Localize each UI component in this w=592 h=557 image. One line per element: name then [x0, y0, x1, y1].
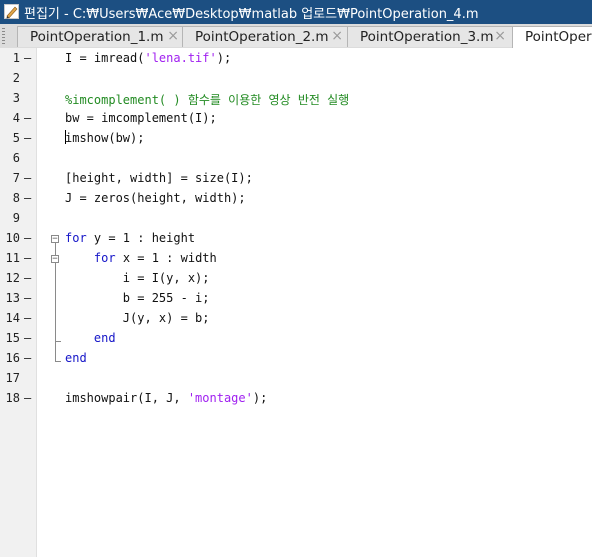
line-number: 10 — [5, 231, 20, 245]
breakpoint-marker[interactable]: – — [24, 51, 31, 65]
line-number: 15 — [5, 331, 20, 345]
code-line[interactable]: for x = 1 : width — [65, 251, 217, 265]
breakpoint-marker[interactable]: – — [24, 251, 31, 265]
code-line[interactable]: J = zeros(height, width); — [65, 191, 246, 205]
line-number: 9 — [12, 211, 20, 225]
line-number: 1 — [12, 51, 20, 65]
code-line-comment[interactable]: %imcomplement( ) 함수를 이용한 영상 반전 실행 — [65, 91, 349, 108]
file-tab-bar: PointOperation_1.m × PointOperation_2.m … — [0, 24, 592, 49]
line-number: 12 — [5, 271, 20, 285]
line-number: 16 — [5, 351, 20, 365]
line-number: 5 — [12, 131, 20, 145]
fold-collapse-icon[interactable]: − — [51, 255, 59, 264]
breakpoint-marker[interactable]: – — [24, 231, 31, 245]
breakpoint-marker[interactable]: – — [24, 311, 31, 325]
code-line[interactable]: imshow(bw); — [65, 131, 144, 145]
breakpoint-marker[interactable]: – — [24, 351, 31, 365]
code-line[interactable]: for y = 1 : height — [65, 231, 195, 245]
tab-pointoperation-1[interactable]: PointOperation_1.m × — [17, 26, 186, 47]
line-number: 8 — [12, 191, 20, 205]
line-number: 6 — [12, 151, 20, 165]
tab-label: PointOpera — [525, 29, 592, 45]
code-line[interactable]: [height, width] = size(I); — [65, 171, 253, 185]
tab-label: PointOperation_2.m — [195, 29, 329, 45]
code-line[interactable]: I = imread('lena.tif'); — [65, 51, 231, 65]
fold-end-marker — [55, 341, 61, 342]
breakpoint-marker[interactable]: – — [24, 111, 31, 125]
breakpoint-marker[interactable]: – — [24, 131, 31, 145]
line-number: 4 — [12, 111, 20, 125]
code-line[interactable]: end — [65, 331, 116, 345]
close-tab-icon[interactable]: × — [331, 28, 343, 44]
fold-collapse-icon[interactable]: − — [51, 235, 59, 244]
line-number: 13 — [5, 291, 20, 305]
line-number: 2 — [12, 71, 20, 85]
line-number: 17 — [5, 371, 20, 385]
fold-end-marker — [55, 361, 61, 362]
tab-pointoperation-4[interactable]: PointOpera — [512, 26, 592, 48]
code-line[interactable]: bw = imcomplement(I); — [65, 111, 217, 125]
tab-bar-grip[interactable] — [2, 28, 5, 44]
line-number: 14 — [5, 311, 20, 325]
tab-pointoperation-3[interactable]: PointOperation_3.m × — [347, 26, 513, 47]
line-number: 18 — [5, 391, 20, 405]
text-cursor — [65, 130, 66, 144]
code-line[interactable]: b = 255 - i; — [65, 291, 210, 305]
code-line[interactable]: imshowpair(I, J, 'montage'); — [65, 391, 267, 405]
breakpoint-marker[interactable]: – — [24, 191, 31, 205]
code-line[interactable]: J(y, x) = b; — [65, 311, 210, 325]
line-number: 7 — [12, 171, 20, 185]
breakpoint-marker[interactable]: – — [24, 391, 31, 405]
code-line[interactable]: end — [65, 351, 87, 365]
line-number: 11 — [5, 251, 20, 265]
tab-label: PointOperation_3.m — [360, 29, 494, 45]
line-number: 3 — [12, 91, 20, 105]
tab-label: PointOperation_1.m — [30, 29, 164, 45]
window-titlebar[interactable]: 편집기 - C:₩Users₩Ace₩Desktop₩matlab 업로드₩Po… — [0, 0, 592, 24]
close-tab-icon[interactable]: × — [167, 28, 179, 44]
editor-app-icon — [4, 4, 19, 19]
window-title: 편집기 - C:₩Users₩Ace₩Desktop₩matlab 업로드₩Po… — [24, 7, 479, 22]
tab-pointoperation-2[interactable]: PointOperation_2.m × — [182, 26, 350, 47]
breakpoint-marker[interactable]: – — [24, 271, 31, 285]
code-editor[interactable]: 1 – I = imread('lena.tif'); 2 3 %imcompl… — [0, 48, 592, 557]
code-line[interactable]: i = I(y, x); — [65, 271, 210, 285]
close-tab-icon[interactable]: × — [494, 28, 506, 44]
breakpoint-marker[interactable]: – — [24, 171, 31, 185]
breakpoint-marker[interactable]: – — [24, 291, 31, 305]
breakpoint-marker[interactable]: – — [24, 331, 31, 345]
